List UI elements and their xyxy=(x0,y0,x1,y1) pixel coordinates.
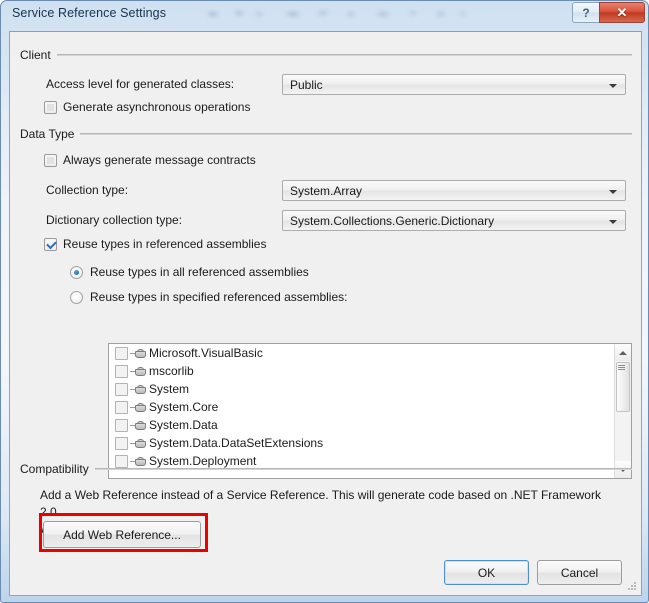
assembly-name: System.Core xyxy=(149,400,219,414)
assembly-icon xyxy=(135,456,146,466)
radio-reuse-all-label: Reuse types in all referenced assemblies xyxy=(90,265,309,279)
title-bar-background-blur xyxy=(201,4,501,24)
assembly-checkbox[interactable] xyxy=(115,346,128,360)
radio-reuse-specified[interactable] xyxy=(70,291,83,304)
assembly-checkbox[interactable] xyxy=(115,364,128,378)
radio-reuse-specified-label: Reuse types in specified referenced asse… xyxy=(90,290,348,304)
arrow-up-glyph xyxy=(619,350,627,355)
collection-type-label: Collection type: xyxy=(46,183,129,197)
assembly-checkbox[interactable] xyxy=(115,400,128,414)
assembly-checkbox[interactable] xyxy=(115,382,128,396)
group-client: Client xyxy=(20,48,632,63)
assembly-name: mscorlib xyxy=(149,364,194,378)
dictionary-type-combobox[interactable]: System.Collections.Generic.Dictionary xyxy=(282,210,626,231)
assembly-name: System.Data xyxy=(149,418,218,432)
assembly-checkbox[interactable] xyxy=(115,454,128,468)
chevron-down-icon xyxy=(609,190,617,194)
group-data-type-label: Data Type xyxy=(20,127,81,141)
access-level-label: Access level for generated classes: xyxy=(46,77,235,91)
assembly-name: System xyxy=(149,382,190,396)
assembly-icon xyxy=(135,402,146,412)
group-client-separator xyxy=(20,54,632,56)
list-item[interactable]: Microsoft.VisualBasic xyxy=(109,344,631,362)
assembly-icon xyxy=(135,384,146,394)
assembly-checkbox[interactable] xyxy=(115,436,128,450)
dialog-client-area: Client Access level for generated classe… xyxy=(9,31,642,596)
generate-async-checkbox[interactable] xyxy=(44,101,57,114)
assembly-checkbox[interactable] xyxy=(115,418,128,432)
list-item[interactable]: System.Data xyxy=(109,416,631,434)
dialog-window: Service Reference Settings ? ✕ Client Ac… xyxy=(0,0,649,603)
message-contracts-label: Always generate message contracts xyxy=(63,153,256,167)
checkbox-fill xyxy=(47,157,54,164)
list-item[interactable]: System.Core xyxy=(109,398,631,416)
group-data-type-separator xyxy=(20,133,632,135)
chevron-down-icon xyxy=(609,84,617,88)
window-title: Service Reference Settings xyxy=(12,6,167,20)
generate-async-label: Generate asynchronous operations xyxy=(63,100,251,114)
listbox-scrollbar[interactable] xyxy=(614,344,631,478)
resize-grip-icon[interactable] xyxy=(627,581,638,592)
assembly-icon xyxy=(135,348,146,358)
title-bar[interactable]: Service Reference Settings ? ✕ xyxy=(1,1,649,30)
access-level-combobox[interactable]: Public xyxy=(282,74,626,95)
referenced-assemblies-listbox[interactable]: Microsoft.VisualBasic mscorlib System Syste… xyxy=(108,343,632,479)
reuse-types-checkbox[interactable] xyxy=(44,238,57,251)
assembly-name: System.Deployment xyxy=(149,454,257,468)
access-level-value: Public xyxy=(290,78,323,92)
message-contracts-checkbox[interactable] xyxy=(44,154,57,167)
radio-reuse-all[interactable] xyxy=(70,266,83,279)
scroll-up-arrow-icon[interactable] xyxy=(615,344,631,361)
assembly-name: System.Data.DataSetExtensions xyxy=(149,436,324,450)
collection-type-value: System.Array xyxy=(290,184,363,198)
assembly-list: Microsoft.VisualBasic mscorlib System Syste… xyxy=(109,344,631,470)
list-item[interactable]: System xyxy=(109,380,631,398)
collection-type-combobox[interactable]: System.Array xyxy=(282,180,626,201)
group-compatibility-label: Compatibility xyxy=(20,462,95,476)
list-item[interactable]: System.Data.DataSetExtensions xyxy=(109,434,631,452)
help-icon-button[interactable]: ? xyxy=(572,2,600,23)
dictionary-type-value: System.Collections.Generic.Dictionary xyxy=(290,214,495,228)
chevron-down-icon xyxy=(609,220,617,224)
scrollbar-grip-icon xyxy=(618,365,625,370)
reuse-types-label: Reuse types in referenced assemblies xyxy=(63,237,267,251)
group-compatibility: Compatibility xyxy=(20,462,632,477)
compatibility-description-line1: Add a Web Reference instead of a Service… xyxy=(40,488,601,519)
add-web-reference-button[interactable]: Add Web Reference... xyxy=(43,521,201,548)
dictionary-type-label: Dictionary collection type: xyxy=(46,213,183,227)
close-icon-button[interactable]: ✕ xyxy=(599,2,645,23)
assembly-icon xyxy=(135,366,146,376)
list-item[interactable]: mscorlib xyxy=(109,362,631,380)
group-client-label: Client xyxy=(20,48,57,62)
checkbox-fill xyxy=(47,104,54,111)
ok-button[interactable]: OK xyxy=(444,560,529,585)
assembly-icon xyxy=(135,438,146,448)
assembly-icon xyxy=(135,420,146,430)
group-data-type: Data Type xyxy=(20,127,632,142)
assembly-name: Microsoft.VisualBasic xyxy=(149,346,263,360)
group-compatibility-separator xyxy=(20,468,632,470)
cancel-button[interactable]: Cancel xyxy=(537,560,622,585)
